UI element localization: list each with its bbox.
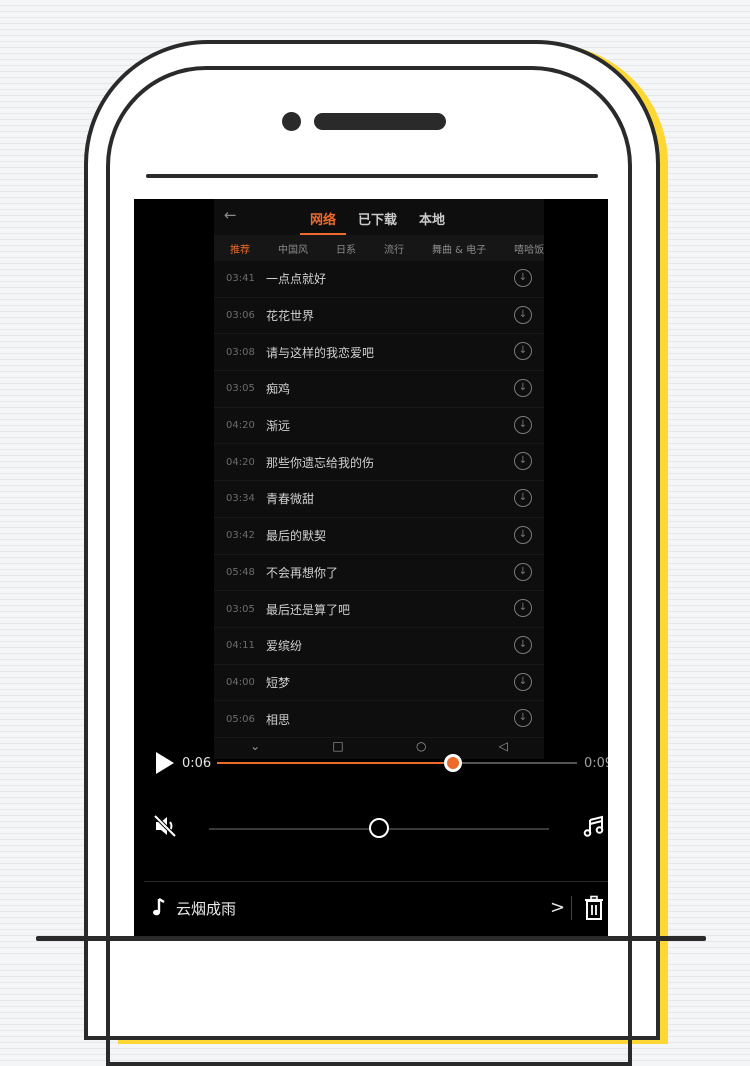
nav-chevron-icon[interactable]: ⌄ <box>250 739 260 753</box>
download-icon[interactable]: ↓ <box>514 342 532 361</box>
download-icon[interactable]: ↓ <box>514 562 532 581</box>
video-tabs: 网络 已下载 本地 <box>299 209 445 235</box>
footer-divider <box>144 881 608 882</box>
download-icon[interactable]: ↓ <box>514 305 532 324</box>
song-title: 那些你遗忘给我的伤 <box>266 455 375 470</box>
download-icon[interactable]: ↓ <box>514 635 532 654</box>
music-note-icon <box>153 898 165 916</box>
current-time: 0:06 <box>182 756 212 771</box>
song-title: 花花世界 <box>266 309 315 324</box>
video-header: ← 网络 已下载 本地 <box>214 199 544 235</box>
song-row[interactable]: 03:41 一点点就好 ↓ <box>214 261 544 298</box>
song-title: 相思 <box>266 712 291 727</box>
song-duration: 04:00 <box>226 676 255 688</box>
category-japanese[interactable]: 日系 <box>336 241 356 256</box>
song-duration: 05:48 <box>226 566 255 578</box>
nav-back-icon[interactable]: ◁ <box>499 739 508 753</box>
volume-thumb[interactable] <box>369 818 389 838</box>
song-duration: 03:34 <box>226 493 255 505</box>
tab-network[interactable]: 网络 <box>299 209 347 235</box>
chevron-right-icon[interactable]: > <box>550 897 565 918</box>
category-pop[interactable]: 流行 <box>384 241 404 256</box>
tab-downloaded[interactable]: 已下载 <box>358 209 397 228</box>
footer-separator <box>571 896 572 920</box>
song-row[interactable]: 04:20 渐远 ↓ <box>214 408 544 445</box>
song-duration: 03:05 <box>226 383 255 395</box>
category-chinese[interactable]: 中国风 <box>278 241 308 256</box>
song-duration: 04:20 <box>226 420 255 432</box>
now-playing-title: 云烟成雨 <box>176 900 237 918</box>
song-title: 青春微甜 <box>266 492 315 507</box>
front-camera-icon <box>282 112 301 131</box>
song-row[interactable]: 04:00 短梦 ↓ <box>214 665 544 702</box>
now-playing-bar[interactable]: 云烟成雨 > <box>134 889 608 929</box>
trash-icon[interactable] <box>583 895 605 921</box>
screen-top-edge <box>146 174 598 178</box>
tab-local[interactable]: 本地 <box>419 209 445 228</box>
progress-thumb[interactable] <box>444 754 463 772</box>
total-time: 0:09 <box>584 756 608 771</box>
download-icon[interactable]: ↓ <box>514 709 532 728</box>
song-duration: 03:05 <box>226 603 255 615</box>
song-title: 最后的默契 <box>266 529 327 544</box>
category-bar: 推荐 中国风 日系 流行 舞曲 & 电子 嘻哈饭 <box>214 235 544 261</box>
song-duration: 03:41 <box>226 273 255 285</box>
song-duration: 03:06 <box>226 310 255 322</box>
download-icon[interactable]: ↓ <box>514 672 532 691</box>
song-duration: 04:11 <box>226 640 255 652</box>
player-screen: ← 网络 已下载 本地 推荐 中国风 日系 流行 舞曲 & 电子 嘻哈饭 03:… <box>134 199 608 936</box>
download-icon[interactable]: ↓ <box>514 489 532 508</box>
category-dance-electronic[interactable]: 舞曲 & 电子 <box>432 241 486 256</box>
progress-bar[interactable] <box>217 754 577 772</box>
download-icon[interactable]: ↓ <box>514 599 532 618</box>
android-nav-bar: ⌄ □ ○ ◁ <box>214 736 544 756</box>
earpiece-speaker <box>314 113 446 130</box>
song-row[interactable]: 03:08 请与这样的我恋爱吧 ↓ <box>214 334 544 372</box>
song-row[interactable]: 03:05 痴鸡 ↓ <box>214 371 544 408</box>
song-row[interactable]: 03:42 最后的默契 ↓ <box>214 518 544 555</box>
song-row[interactable]: 04:20 那些你遗忘给我的伤 ↓ <box>214 444 544 482</box>
download-icon[interactable]: ↓ <box>514 525 532 544</box>
song-title: 请与这样的我恋爱吧 <box>266 345 375 360</box>
play-icon[interactable] <box>156 752 174 774</box>
song-title: 痴鸡 <box>266 382 291 397</box>
volume-slider[interactable] <box>209 818 549 838</box>
song-row[interactable]: 04:11 爱缤纷 ↓ <box>214 628 544 665</box>
song-duration: 03:08 <box>226 346 255 358</box>
progress-fill <box>217 762 454 764</box>
download-icon[interactable]: ↓ <box>514 269 532 287</box>
nav-circle-icon[interactable]: ○ <box>416 739 426 753</box>
category-recommend[interactable]: 推荐 <box>230 241 250 256</box>
back-arrow-icon[interactable]: ← <box>224 206 237 224</box>
song-row[interactable]: 03:34 青春微甜 ↓ <box>214 481 544 518</box>
music-note-icon[interactable] <box>582 814 606 838</box>
song-row[interactable]: 03:06 花花世界 ↓ <box>214 298 544 335</box>
phone-base-line <box>36 936 706 941</box>
download-icon[interactable]: ↓ <box>514 379 532 398</box>
song-title: 一点点就好 <box>266 272 327 287</box>
song-title: 不会再想你了 <box>266 565 339 580</box>
song-title: 短梦 <box>266 675 291 690</box>
song-title: 渐远 <box>266 419 291 434</box>
song-title: 爱缤纷 <box>266 639 303 654</box>
video-frame: ← 网络 已下载 本地 推荐 中国风 日系 流行 舞曲 & 电子 嘻哈饭 03:… <box>214 199 544 759</box>
category-hiphop[interactable]: 嘻哈饭 <box>514 241 544 256</box>
song-list: 03:41 一点点就好 ↓ 03:06 花花世界 ↓ 03:08 请与这样的我恋爱吧 ↓ 03:0… <box>214 261 544 738</box>
song-row[interactable]: 03:05 最后还是算了吧 ↓ <box>214 591 544 628</box>
song-row[interactable]: 05:48 不会再想你了 ↓ <box>214 555 544 592</box>
song-row[interactable]: 05:06 相思 ↓ <box>214 701 544 738</box>
download-icon[interactable]: ↓ <box>514 415 532 434</box>
nav-square-icon[interactable]: □ <box>332 739 343 753</box>
song-duration: 05:06 <box>226 713 255 725</box>
song-duration: 04:20 <box>226 456 255 468</box>
download-icon[interactable]: ↓ <box>514 452 532 471</box>
song-duration: 03:42 <box>226 530 255 542</box>
mute-icon[interactable] <box>152 813 178 839</box>
song-title: 最后还是算了吧 <box>266 602 351 617</box>
